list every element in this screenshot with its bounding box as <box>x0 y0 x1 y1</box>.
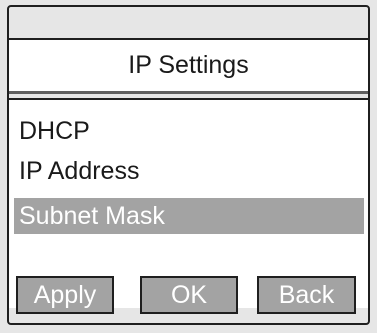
ok-button[interactable]: OK <box>140 276 238 314</box>
menu-item-dhcp[interactable]: DHCP <box>14 113 364 149</box>
device-screen: IP Settings DHCP IP Address Subnet Mask … <box>7 5 370 325</box>
page-title: IP Settings <box>128 51 249 79</box>
screen-title-bar: IP Settings <box>9 38 368 94</box>
apply-button[interactable]: Apply <box>16 276 114 314</box>
menu-panel: DHCP IP Address Subnet Mask Apply OK Bac… <box>9 98 368 314</box>
menu-item-subnet-mask[interactable]: Subnet Mask <box>14 198 364 234</box>
menu-item-ip-address[interactable]: IP Address <box>14 153 364 189</box>
back-button[interactable]: Back <box>257 276 356 314</box>
